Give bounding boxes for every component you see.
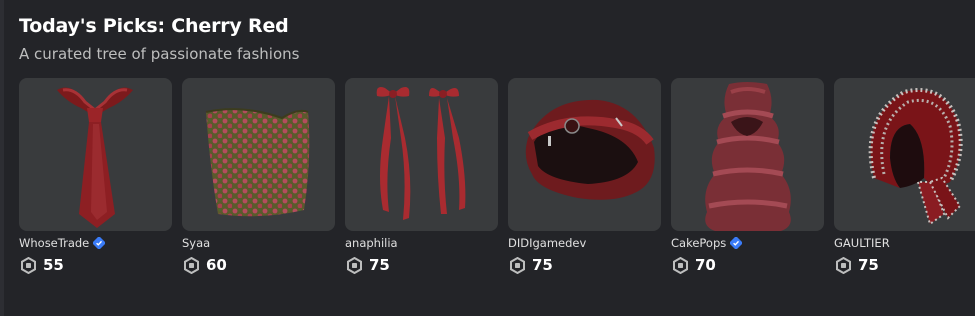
creator-label[interactable]: WhoseTrade: [19, 236, 89, 250]
creator-name[interactable]: CakePops: [671, 235, 743, 251]
price-value: 75: [532, 256, 553, 274]
item-carousel: WhoseTrade 55 Syaa 60 anaphilia 75 DIDIg…: [19, 78, 975, 316]
item-card[interactable]: anaphilia 75: [345, 78, 498, 288]
price-value: 70: [695, 256, 716, 274]
creator-label[interactable]: GAULTIER: [834, 236, 890, 250]
studded-hood-icon: [868, 88, 963, 226]
rose-tube-top-icon: [205, 108, 310, 217]
item-price: 75: [835, 255, 879, 275]
price-value: 60: [206, 256, 227, 274]
price-value: 75: [858, 256, 879, 274]
section-subtitle: A curated tree of passionate fashions: [19, 45, 300, 63]
item-thumbnail[interactable]: [345, 78, 498, 231]
creator-name[interactable]: Syaa: [182, 235, 210, 251]
item-thumbnail[interactable]: [19, 78, 172, 231]
red-tie-icon: [57, 87, 133, 228]
item-card[interactable]: WhoseTrade 55: [19, 78, 172, 288]
item-thumbnail[interactable]: [508, 78, 661, 231]
item-price: 75: [346, 255, 390, 275]
item-price: 60: [183, 255, 227, 275]
creator-label[interactable]: Syaa: [182, 236, 210, 250]
item-price: 70: [672, 255, 716, 275]
robux-icon: [347, 256, 362, 274]
robux-icon: [21, 256, 36, 274]
creator-name[interactable]: WhoseTrade: [19, 235, 106, 251]
robux-icon: [673, 256, 688, 274]
creator-label[interactable]: DIDIgamedev: [508, 236, 586, 250]
catalog-section: Today's Picks: Cherry Red A curated tree…: [0, 0, 975, 316]
price-value: 55: [43, 256, 64, 274]
robux-icon: [510, 256, 525, 274]
item-card[interactable]: DIDIgamedev 75: [508, 78, 661, 288]
red-ribbon-bows-icon: [376, 87, 466, 220]
item-thumbnail[interactable]: [182, 78, 335, 231]
item-thumbnail[interactable]: [671, 78, 824, 231]
ruffle-dress-icon: [705, 82, 791, 231]
section-title[interactable]: Today's Picks: Cherry Red: [19, 15, 289, 37]
robux-icon: [184, 256, 199, 274]
item-price: 75: [509, 255, 553, 275]
item-card[interactable]: CakePops 70: [671, 78, 824, 288]
item-thumbnail[interactable]: [834, 78, 975, 231]
robux-icon: [836, 256, 851, 274]
verified-badge-icon: [93, 237, 106, 249]
item-price: 55: [20, 255, 64, 275]
creator-label[interactable]: anaphilia: [345, 236, 398, 250]
creator-name[interactable]: anaphilia: [345, 235, 398, 251]
red-cap-hat-icon: [525, 99, 655, 200]
item-card[interactable]: GAULTIER 75: [834, 78, 975, 288]
verified-badge-icon: [730, 237, 743, 249]
creator-name[interactable]: DIDIgamedev: [508, 235, 586, 251]
creator-name[interactable]: GAULTIER: [834, 235, 890, 251]
creator-label[interactable]: CakePops: [671, 236, 726, 250]
price-value: 75: [369, 256, 390, 274]
item-card[interactable]: Syaa 60: [182, 78, 335, 288]
